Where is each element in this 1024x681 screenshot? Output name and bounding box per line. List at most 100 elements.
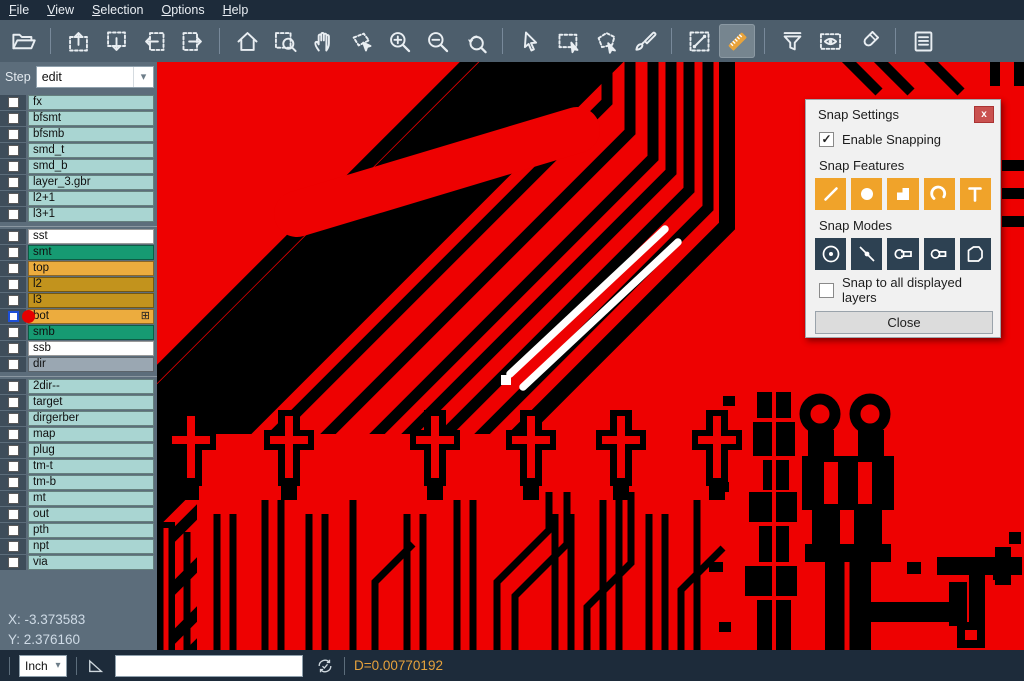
layer-visibility-checkbox[interactable] [8,97,19,108]
enable-snapping-checkbox[interactable]: ✓ [819,132,834,147]
layer-row-bot[interactable]: bot⊞ [0,309,157,324]
layer-visibility-checkbox[interactable] [8,343,19,354]
layer-row-tm-t[interactable]: tm-t [0,459,157,474]
layer-row-dirgerber[interactable]: dirgerber [0,411,157,426]
layer-visibility-checkbox[interactable] [8,231,19,242]
layer-row-sst[interactable]: sst [0,229,157,244]
layer-visibility-checkbox[interactable] [8,209,19,220]
layer-visibility-checkbox[interactable] [8,177,19,188]
layer-row-ssb[interactable]: ssb [0,341,157,356]
select-rectangle-button[interactable] [550,24,586,58]
snap-feature-arc[interactable] [924,178,955,210]
move-vertex-button[interactable] [343,24,379,58]
snap-mode-slot-end[interactable] [887,238,918,270]
layer-visibility-checkbox[interactable] [8,263,19,274]
snap-button[interactable] [850,24,886,58]
layer-visibility-checkbox[interactable] [8,541,19,552]
refresh-check-icon[interactable] [315,656,335,676]
layer-row-l3[interactable]: l3 [0,293,157,308]
snap-mode-contour[interactable] [960,238,991,270]
layer-visibility-checkbox[interactable] [8,327,19,338]
layer-visibility-checkbox[interactable] [8,429,19,440]
layer-visibility-checkbox[interactable] [8,113,19,124]
layer-visibility-checkbox[interactable] [8,445,19,456]
layer-visibility-checkbox[interactable] [8,493,19,504]
snap-mode-point[interactable] [851,238,882,270]
layer-row-target[interactable]: target [0,395,157,410]
layer-row-bfsmt[interactable]: bfsmt [0,111,157,126]
unit-select[interactable]: Inch ▾ [19,655,67,677]
menu-view[interactable]: View [38,0,83,20]
layer-row-smb[interactable]: smb [0,325,157,340]
layer-visibility-checkbox[interactable] [8,295,19,306]
pan-down-button[interactable] [98,24,134,58]
layer-row-plug[interactable]: plug [0,443,157,458]
layer-row-smd_b[interactable]: smd_b [0,159,157,174]
layer-row-l3+1[interactable]: l3+1 [0,207,157,222]
layer-row-l2+1[interactable]: l2+1 [0,191,157,206]
layer-row-l2[interactable]: l2 [0,277,157,292]
layer-visibility-checkbox[interactable] [8,557,19,568]
brush-button[interactable] [626,24,662,58]
layer-row-dir[interactable]: dir [0,357,157,372]
layer-visibility-checkbox[interactable] [8,311,19,322]
snap-mode-center[interactable] [815,238,846,270]
show-selection-button[interactable] [812,24,848,58]
layer-visibility-checkbox[interactable] [8,525,19,536]
layer-row-bfsmb[interactable]: bfsmb [0,127,157,142]
layer-row-out[interactable]: out [0,507,157,522]
menu-selection[interactable]: Selection [83,0,152,20]
layer-visibility-checkbox[interactable] [8,279,19,290]
layer-row-tm-b[interactable]: tm-b [0,475,157,490]
layer-row-pth[interactable]: pth [0,523,157,538]
filter-button[interactable] [774,24,810,58]
select-polygon-button[interactable] [588,24,624,58]
ruler-button[interactable] [719,24,755,58]
layer-visibility-checkbox[interactable] [8,161,19,172]
close-button[interactable]: Close [815,311,993,334]
layer-row-fx[interactable]: fx [0,95,157,110]
pan-left-button[interactable] [136,24,172,58]
zoom-in-button[interactable] [381,24,417,58]
measure-line-button[interactable] [681,24,717,58]
layer-visibility-checkbox[interactable] [8,413,19,424]
layer-visibility-checkbox[interactable] [8,461,19,472]
layer-visibility-checkbox[interactable] [8,193,19,204]
pan-hand-button[interactable] [305,24,341,58]
zoom-out-button[interactable] [419,24,455,58]
layer-visibility-checkbox[interactable] [8,477,19,488]
open-project-button[interactable] [5,24,41,58]
select-pointer-button[interactable] [512,24,548,58]
layer-row-layer_3.gbr[interactable]: layer_3.gbr [0,175,157,190]
layer-visibility-checkbox[interactable] [8,359,19,370]
layer-visibility-checkbox[interactable] [8,397,19,408]
snap-feature-surface[interactable] [887,178,918,210]
layer-visibility-checkbox[interactable] [8,247,19,258]
dialog-title-bar[interactable]: Snap Settings x [806,100,1000,128]
command-input[interactable] [115,655,303,677]
menu-options[interactable]: Options [152,0,213,20]
close-icon[interactable]: x [974,106,994,123]
layer-visibility-checkbox[interactable] [8,381,19,392]
report-button[interactable] [905,24,941,58]
layer-row-smd_t[interactable]: smd_t [0,143,157,158]
snap-feature-line[interactable] [815,178,846,210]
snap-mode-slot[interactable] [924,238,955,270]
layer-row-top[interactable]: top [0,261,157,276]
layer-row-npt[interactable]: npt [0,539,157,554]
layer-row-mt[interactable]: mt [0,491,157,506]
layer-row-map[interactable]: map [0,427,157,442]
menu-file[interactable]: File [0,0,38,20]
layer-visibility-checkbox[interactable] [8,509,19,520]
zoom-previous-button[interactable] [457,24,493,58]
layer-row-2dir--[interactable]: 2dir-- [0,379,157,394]
layer-visibility-checkbox[interactable] [8,129,19,140]
zoom-home-button[interactable] [229,24,265,58]
layer-row-via[interactable]: via [0,555,157,570]
snap-feature-text[interactable] [960,178,991,210]
chevron-down-icon[interactable]: ▾ [133,67,153,87]
snap-feature-pad[interactable] [851,178,882,210]
layer-row-smt[interactable]: smt [0,245,157,260]
pan-up-button[interactable] [60,24,96,58]
step-select[interactable]: edit ▾ [36,66,154,88]
